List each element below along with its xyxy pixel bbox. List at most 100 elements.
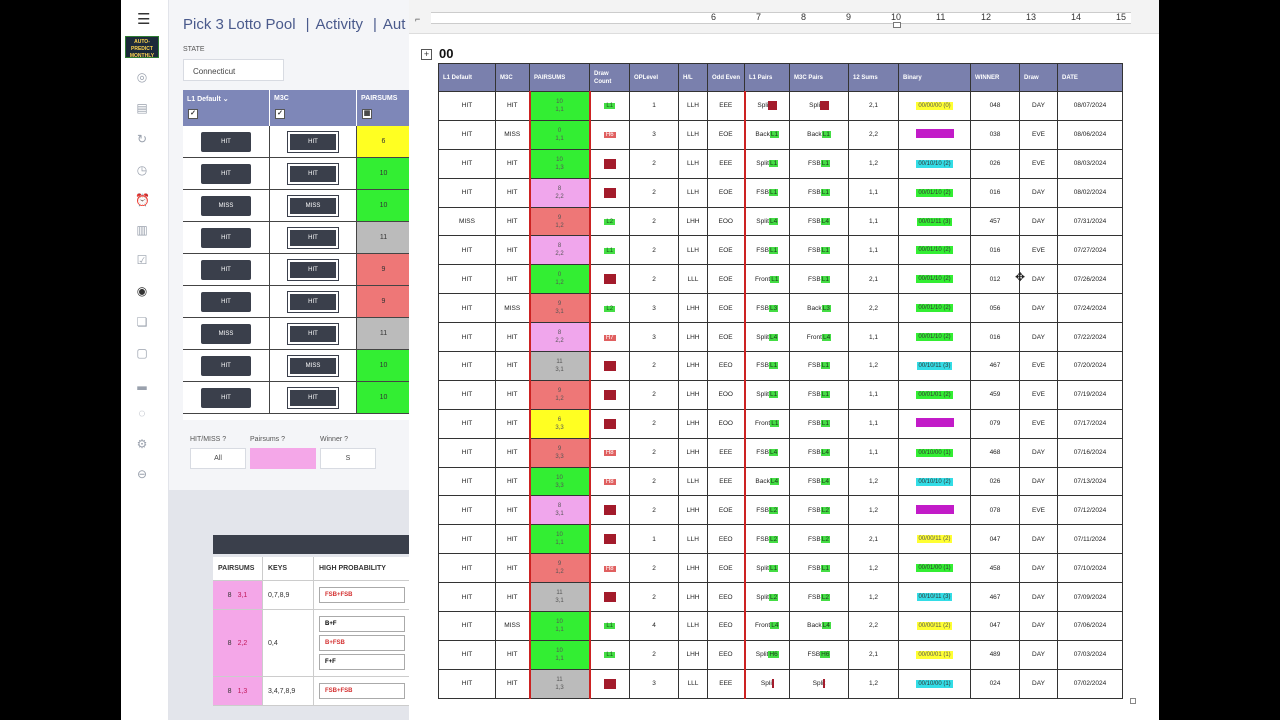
fingerprint-icon[interactable]: ◎: [135, 70, 149, 84]
op-level-cell: 2: [629, 177, 679, 208]
hitmiss-filter[interactable]: All: [190, 448, 246, 469]
table-resize-handle[interactable]: [1130, 698, 1136, 704]
bar-chart-icon[interactable]: ▂: [135, 376, 149, 390]
pairsum-value: 6: [557, 416, 562, 423]
alarm-icon[interactable]: ⏰: [135, 193, 150, 207]
pair-level: L1: [820, 362, 830, 370]
l1-result-button[interactable]: MISS: [201, 323, 251, 344]
nav-activity[interactable]: Activity: [315, 16, 363, 33]
table-row: HIT HIT 11 1,3 3 LLL EEE Split Split 1,2 00/10/00 …: [438, 668, 1123, 699]
results-table-header: L1 Default ⌄ ✓ M3C ✓ PAIRSUMS ▦: [183, 90, 410, 126]
m3c-result-button[interactable]: MISS: [287, 354, 339, 377]
pair-name: FSB: [808, 506, 821, 514]
header-pairsums[interactable]: PAIRSUMS ▦: [357, 90, 410, 126]
table-move-handle-icon[interactable]: +: [421, 49, 432, 60]
m3c-result-button[interactable]: HIT: [287, 258, 339, 281]
history-icon[interactable]: ↻: [135, 132, 149, 146]
op-level-cell: 3: [629, 119, 679, 150]
pair-level: L1: [769, 131, 780, 139]
chat-icon[interactable]: ◌: [135, 406, 149, 420]
binary-badge: 00/00/00 (0): [916, 101, 953, 110]
m3c-result-button[interactable]: HIT: [287, 162, 339, 185]
l1-result-button[interactable]: HIT: [201, 291, 251, 312]
m3c-cell: HIT: [270, 222, 357, 253]
pair-name: Back: [807, 304, 822, 312]
logout-icon[interactable]: ⊖: [135, 467, 149, 481]
l1-result-button[interactable]: HIT: [201, 259, 251, 280]
state-select[interactable]: Connecticut: [183, 59, 284, 81]
horizontal-ruler[interactable]: ⌐ 6 7 8 9 10 11 12 13 14 15: [409, 0, 1159, 34]
draw-count-badge: L2: [604, 219, 616, 225]
date-cell: 07/11/2024: [1057, 524, 1123, 555]
pair-name: Front: [755, 275, 771, 283]
l1-result-button[interactable]: HIT: [201, 131, 251, 152]
pairsum-cell: 9: [357, 254, 410, 285]
m3c-result-button[interactable]: HIT: [287, 226, 339, 249]
document-icon[interactable]: ▥: [135, 223, 149, 237]
nav-pick3-pool[interactable]: Pick 3 Lotto Pool: [183, 16, 296, 33]
l1-pairs-cell: BackL4: [743, 466, 790, 497]
twelve-sums-cell: 2,1: [848, 264, 899, 295]
table-row: HIT HIT 9 1,2 2 LHH EOO SplitL1 FSBL1 1,1 00/01/01…: [438, 379, 1123, 410]
header-l1-default[interactable]: L1 Default ⌄ ✓: [183, 90, 270, 126]
indent-marker[interactable]: [893, 22, 901, 28]
checklist-icon[interactable]: ☑: [135, 253, 149, 267]
lotto-web-app: ☰ AUTO-PREDICT MONTHLY ◎ ▤ ↻ ◷ ⏰ ▥ ☑ ◉ ❏…: [121, 0, 410, 720]
pair-level: L4: [820, 449, 830, 457]
ruler-number: 15: [1116, 12, 1127, 22]
draw-count-badge: L2: [604, 305, 616, 312]
pairsums-filter[interactable]: [250, 448, 316, 469]
op-level-cell: 2: [629, 264, 679, 295]
header-m3c[interactable]: M3C ✓: [270, 90, 357, 126]
l1-result-button[interactable]: HIT: [201, 355, 251, 376]
pair-name: Back: [755, 131, 770, 139]
date-cell: 07/31/2024: [1057, 206, 1123, 237]
m3c-result-button[interactable]: HIT: [287, 386, 339, 409]
draw-count-cell: L1: [589, 639, 630, 670]
winner-cell: 026: [970, 148, 1020, 179]
m3c-result-button[interactable]: MISS: [287, 194, 339, 217]
draw-count-badge: L1: [604, 652, 616, 659]
calendar-icon[interactable]: ▦: [362, 109, 372, 119]
binary-badge: 00/10/00 (1): [916, 679, 953, 688]
m3c-result-button[interactable]: HIT: [287, 290, 339, 313]
clock-icon[interactable]: ◷: [135, 163, 149, 177]
winner-filter[interactable]: S: [320, 448, 376, 469]
ruler-number: 11: [936, 12, 946, 22]
m3c-pairs-cell: FSBL1: [789, 148, 849, 179]
pairsum-split: 1,1: [555, 540, 564, 547]
m3c-pairs-cell: BackL3: [789, 293, 849, 324]
l1-result-button[interactable]: HIT: [201, 387, 251, 408]
m3c-cell: HIT: [270, 286, 357, 317]
twelve-sums-cell: 1,1: [848, 408, 899, 439]
binary-cell: 00/10/10 (2): [898, 148, 971, 179]
nav-auto[interactable]: Aut: [383, 16, 406, 33]
target-icon[interactable]: ◉: [135, 284, 149, 298]
dashboard-icon[interactable]: ▤: [135, 101, 149, 115]
tab-stop-icon[interactable]: ⌐: [415, 14, 420, 24]
draw-count-cell: H8: [589, 466, 630, 497]
twelve-sums-cell: 2,1: [848, 91, 899, 121]
m3c-pairs-cell: BackL4: [789, 611, 849, 641]
file-icon[interactable]: ▢: [135, 346, 149, 360]
l1-result-button[interactable]: HIT: [201, 163, 251, 184]
pairsum-value: 8: [557, 503, 562, 510]
pairsum-split: 3,3: [555, 453, 564, 460]
twelve-sums-cell: 1,2: [848, 668, 899, 699]
stack-icon[interactable]: ❏: [135, 315, 149, 329]
pair-name: FSB: [808, 535, 821, 543]
pair-name: FSB: [808, 564, 821, 572]
menu-toggle-icon[interactable]: ☰: [137, 10, 150, 28]
draw-count-badge: L1: [604, 623, 616, 630]
l1-result-button[interactable]: MISS: [201, 195, 251, 216]
m3c-result-button[interactable]: HIT: [287, 130, 339, 153]
filter-checkbox[interactable]: ✓: [188, 109, 198, 119]
l1-result-button[interactable]: HIT: [201, 227, 251, 248]
m3c-result-button[interactable]: HIT: [287, 322, 339, 345]
keys-col-keys: KEYS: [263, 557, 314, 580]
keys-table-rows: 8 3,1 0,7,8,9 FSB+FSB 8 2,2 0,4 B+F B+FSB F+F 8 1,3…: [213, 581, 410, 706]
pair-level: L4: [821, 333, 832, 341]
settings-icon[interactable]: ⚙: [135, 437, 149, 451]
filter-checkbox[interactable]: ✓: [275, 109, 285, 119]
l1-default-cell: HIT: [438, 351, 496, 381]
